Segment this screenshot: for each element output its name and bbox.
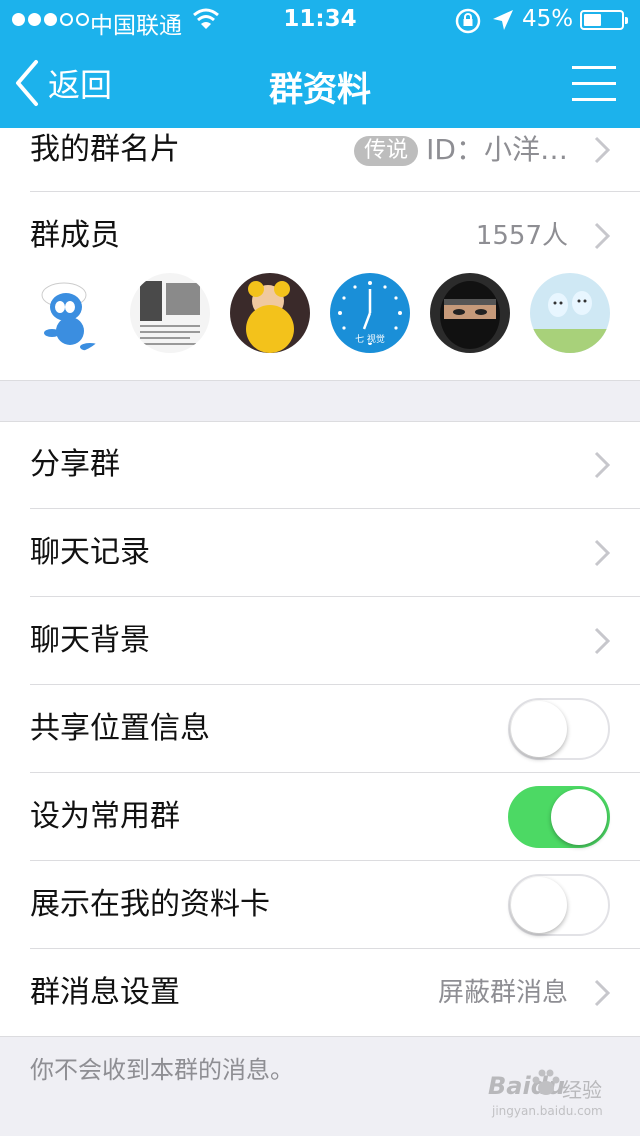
frequent-group-row: 设为常用群 (0, 773, 640, 861)
group-card-row[interactable]: 我的群名片 传说 ID：小洋… (0, 128, 640, 192)
group-card-value: 传说 ID：小洋… (354, 128, 568, 172)
chevron-right-icon (594, 136, 610, 164)
share-group-label: 分享群 (30, 447, 120, 482)
title-badge: 传说 (354, 136, 419, 166)
chevron-right-icon (594, 451, 610, 479)
settings-section: 分享群 聊天记录 聊天背景 共享位置信息 设为常用群 展示在我的资料卡 群消息设… (0, 421, 640, 1037)
chat-history-row[interactable]: 聊天记录 (0, 509, 640, 597)
chevron-right-icon (594, 222, 610, 250)
chevron-right-icon (594, 979, 610, 1007)
chat-background-row[interactable]: 聊天背景 (0, 597, 640, 685)
paw-icon (532, 1069, 560, 1095)
baby-avatar[interactable] (230, 273, 310, 353)
cartoon-sky-avatar[interactable] (530, 273, 610, 353)
rotation-lock-icon (455, 8, 481, 34)
share-location-row: 共享位置信息 (0, 685, 640, 773)
battery-icon (580, 10, 628, 30)
share-location-label: 共享位置信息 (30, 711, 210, 746)
smurf-avatar[interactable] (30, 273, 110, 353)
member-avatars: 七 视觉 (30, 273, 610, 353)
chevron-right-icon (594, 627, 610, 655)
menu-icon (572, 66, 616, 69)
svg-text:七 视觉: 七 视觉 (355, 333, 385, 345)
group-message-label: 群消息设置 (30, 975, 180, 1010)
watermark-product: 经验 (562, 1078, 602, 1102)
show-on-profile-toggle[interactable] (508, 874, 610, 936)
status-bar: 中国联通 11:34 45% (0, 0, 640, 40)
group-info-section: 我的群名片 传说 ID：小洋… 群成员 1557人 七 视觉 (0, 128, 640, 380)
page-title: 群资料 (269, 70, 371, 110)
frequent-group-label: 设为常用群 (30, 799, 180, 834)
chat-history-label: 聊天记录 (30, 535, 150, 570)
chevron-right-icon (594, 539, 610, 567)
frequent-group-toggle[interactable] (508, 786, 610, 848)
group-message-settings-row[interactable]: 群消息设置 屏蔽群消息 (0, 949, 640, 1037)
group-card-label: 我的群名片 (30, 132, 180, 167)
share-group-row[interactable]: 分享群 (0, 421, 640, 509)
show-on-profile-row: 展示在我的资料卡 (0, 861, 640, 949)
show-on-profile-label: 展示在我的资料卡 (30, 887, 270, 922)
members-count: 1557人 (475, 221, 568, 251)
footer-note: 你不会收到本群的消息。 (30, 1056, 294, 1084)
watermark-url: jingyan.baidu.com (492, 1104, 603, 1118)
clock-avatar[interactable]: 七 视觉 (330, 273, 410, 353)
ninja-avatar[interactable] (430, 273, 510, 353)
battery-percent: 45% (522, 6, 574, 32)
chat-background-label: 聊天背景 (30, 623, 150, 658)
baidu-jingyan-watermark: Baidu 经验 jingyan.baidu.com (488, 1066, 618, 1128)
newspaper-avatar[interactable] (130, 273, 210, 353)
group-message-value: 屏蔽群消息 (437, 978, 568, 1008)
menu-button[interactable] (572, 66, 616, 102)
app-header: 中国联通 11:34 45% 返回 群资料 (0, 0, 640, 128)
location-arrow-icon (493, 10, 513, 30)
share-location-toggle[interactable] (508, 698, 610, 760)
members-label: 群成员 (30, 218, 120, 253)
group-card-id: ID：小洋… (426, 133, 568, 166)
